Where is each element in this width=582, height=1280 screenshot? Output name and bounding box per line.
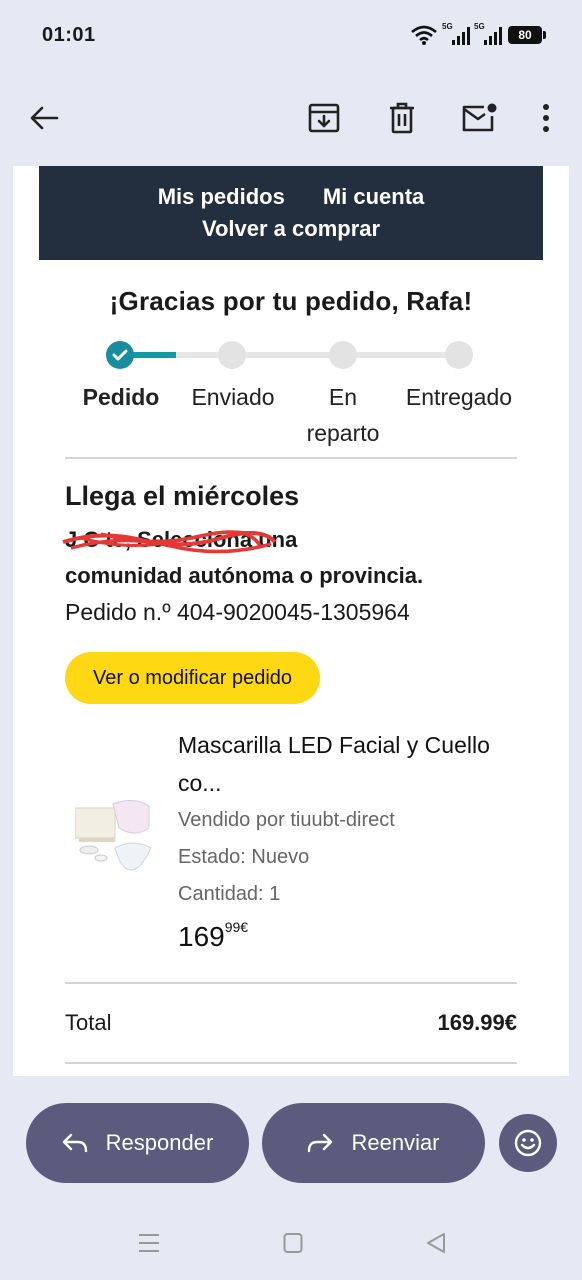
product-title[interactable]: Mascarilla LED Facial y Cuello co... bbox=[178, 726, 538, 802]
signal-icon-2: 5G bbox=[474, 22, 502, 45]
more-vert-icon[interactable] bbox=[524, 96, 568, 140]
total-value: 169.99€ bbox=[437, 1010, 517, 1035]
emoji-reaction-button[interactable] bbox=[499, 1114, 557, 1172]
address-line-2: comunidad autónoma o provincia. bbox=[65, 563, 424, 588]
email-body: Mis pedidos Mi cuenta Volver a comprar ¡… bbox=[13, 166, 569, 1076]
shipping-address: J C te, Selecciona una comunidad autónom… bbox=[62, 522, 517, 594]
step-label-shipped: Enviado bbox=[191, 384, 275, 410]
link-buy-again[interactable]: Volver a comprar bbox=[202, 216, 380, 242]
order-total: Total 169.99€ bbox=[65, 984, 517, 1062]
product-condition: Estado: Nuevo bbox=[178, 846, 310, 868]
system-navigation-bar bbox=[0, 1222, 582, 1268]
step-label-delivered: Entregado bbox=[405, 384, 513, 410]
step-label-out-for-delivery: En reparto bbox=[306, 384, 380, 446]
product-details: Mascarilla LED Facial y Cuello co... Ven… bbox=[178, 726, 538, 953]
order-confirmation-card: Mis pedidos Mi cuenta Volver a comprar ¡… bbox=[39, 166, 543, 1076]
back-nav-icon[interactable] bbox=[426, 1232, 446, 1254]
status-icons: 5G 5G 80 bbox=[410, 22, 546, 45]
email-toolbar bbox=[0, 70, 582, 166]
reply-label: Responder bbox=[105, 1130, 214, 1155]
forward-button[interactable]: Reenviar bbox=[262, 1103, 485, 1183]
total-label: Total bbox=[65, 1010, 112, 1035]
product-image bbox=[75, 800, 152, 871]
product-quantity: Cantidad: 1 bbox=[178, 883, 281, 905]
step-label-ordered: Pedido bbox=[82, 384, 160, 410]
status-bar: 01:01 5G 5G 80 bbox=[0, 0, 582, 70]
redaction-scribble bbox=[62, 530, 277, 554]
email-nav-bar: Mis pedidos Mi cuenta Volver a comprar bbox=[39, 166, 543, 260]
status-time: 01:01 bbox=[42, 23, 96, 46]
forward-label: Reenviar bbox=[351, 1130, 440, 1155]
divider bbox=[65, 1062, 517, 1064]
order-number: Pedido n.º 404-9020045-1305964 bbox=[65, 599, 410, 625]
battery-icon: 80 bbox=[508, 26, 546, 44]
step-dot-shipped bbox=[218, 341, 246, 369]
smiley-icon bbox=[514, 1129, 542, 1157]
shipment-progress: Pedido Enviado En reparto Entregado bbox=[39, 327, 543, 457]
back-arrow-icon[interactable] bbox=[22, 96, 66, 140]
link-my-orders[interactable]: Mis pedidos bbox=[158, 184, 285, 210]
recent-apps-icon[interactable] bbox=[138, 1232, 160, 1254]
signal-icon-1: 5G bbox=[442, 22, 470, 45]
thank-you-heading: ¡Gracias por tu pedido, Rafa! bbox=[109, 286, 473, 316]
archive-icon[interactable] bbox=[302, 96, 346, 140]
mark-unread-icon[interactable] bbox=[457, 96, 501, 140]
wifi-icon bbox=[411, 25, 437, 45]
view-modify-order-button[interactable]: Ver o modificar pedido bbox=[65, 652, 321, 704]
product-seller: Vendido por tiuubt-direct bbox=[178, 809, 395, 831]
product-price: 16999€ bbox=[178, 919, 538, 953]
price-integer: 169 bbox=[178, 921, 225, 952]
step-dot-ordered bbox=[106, 341, 134, 369]
reply-button[interactable]: Responder bbox=[26, 1103, 249, 1183]
forward-icon bbox=[308, 1133, 333, 1153]
delivery-summary: Llega el miércoles J C te, Selecciona un… bbox=[39, 459, 543, 704]
product-item[interactable]: Mascarilla LED Facial y Cuello co... Ven… bbox=[39, 726, 543, 982]
step-dot-delivered bbox=[445, 341, 473, 369]
price-decimals: 99€ bbox=[224, 919, 249, 935]
trash-icon[interactable] bbox=[380, 96, 424, 140]
step-dot-out-for-delivery bbox=[329, 341, 357, 369]
home-icon[interactable] bbox=[283, 1232, 303, 1254]
check-icon bbox=[112, 349, 128, 361]
arrival-date: Llega el miércoles bbox=[65, 481, 300, 511]
reply-icon bbox=[62, 1133, 87, 1153]
link-my-account[interactable]: Mi cuenta bbox=[323, 184, 424, 210]
